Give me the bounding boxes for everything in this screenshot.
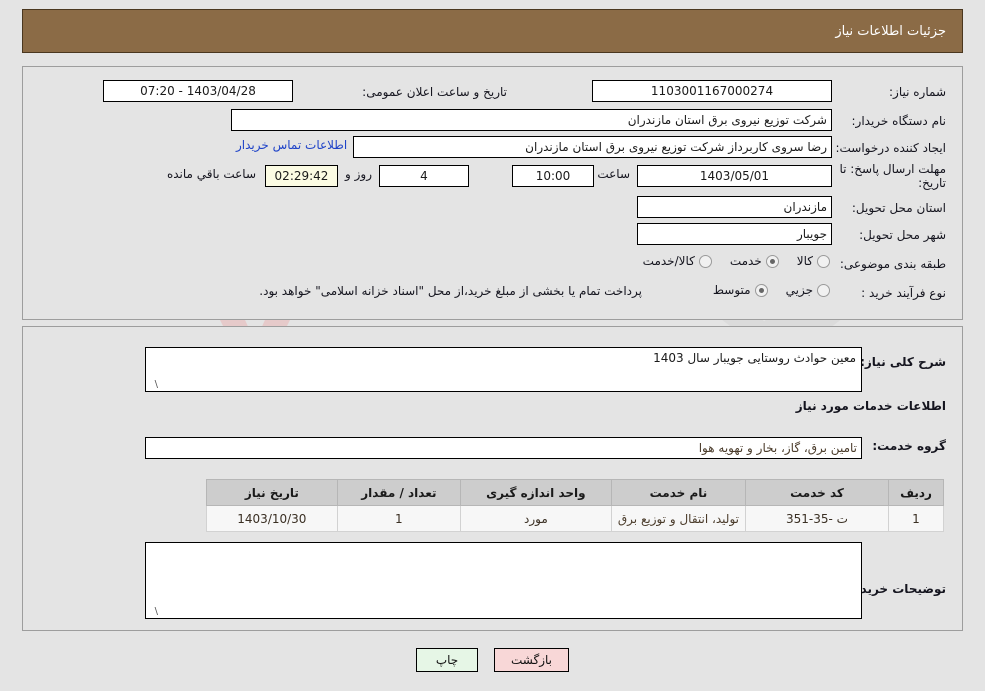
- process-radio-jozi[interactable]: [817, 283, 830, 297]
- deadline-label: مهلت ارسال پاسخ: تا تاریخ:: [839, 162, 946, 190]
- category-radio-kala-khedmat[interactable]: [698, 254, 712, 268]
- general-desc-textarea[interactable]: معین حوادث روستایی جویبار سال 1403: [145, 347, 862, 392]
- public-announce-row: تاریخ و ساعت اعلان عمومی:: [362, 81, 507, 103]
- category-radio-khedmat-label: خدمت: [729, 254, 762, 268]
- action-button-bar: بازگشت چاپ: [0, 648, 985, 672]
- deadline-hour-value: 10:00: [512, 165, 594, 187]
- process-radio-motavasset-label: متوسط: [712, 283, 751, 297]
- category-radio-kala-khedmat-label: کالا/خدمت: [642, 254, 695, 268]
- province-label: استان محل تحویل:: [851, 201, 946, 215]
- countdown-value: 02:29:42: [265, 165, 338, 187]
- city-row: شهر محل تحویل:: [859, 224, 946, 246]
- page-title: جزئیات اطلاعات نیاز: [835, 23, 946, 39]
- services-table: ردیف کد خدمت نام خدمت واحد اندازه گیری ت…: [205, 479, 944, 532]
- need-number-label: شماره نیاز:: [889, 85, 946, 99]
- process-radio-jozi-label: جزیي: [785, 283, 813, 297]
- th-unit: واحد اندازه گیری: [459, 479, 612, 506]
- process-label: نوع فرآیند خرید :: [861, 286, 946, 300]
- need-number-value: 1103001167000274: [592, 80, 832, 102]
- cell-date: 1403/10/30: [205, 505, 338, 532]
- process-row: نوع فرآیند خرید :: [861, 282, 946, 304]
- buyer-contact-link[interactable]: اطلاعات تماس خریدار: [236, 138, 347, 152]
- category-radio-khedmat[interactable]: [765, 254, 779, 268]
- public-announce-value: 1403/04/28 - 07:20: [103, 80, 293, 102]
- cell-name: تولید، انتقال و توزیع برق: [610, 505, 747, 532]
- category-row: طبقه بندی موضوعی:: [840, 253, 946, 275]
- th-name: نام خدمت: [610, 479, 747, 506]
- page-header: جزئیات اطلاعات نیاز: [22, 9, 963, 53]
- buyer-notes-textarea[interactable]: [145, 542, 862, 619]
- creator-label: ایجاد کننده درخواست:: [835, 141, 946, 155]
- resize-grip-icon-2[interactable]: [148, 607, 158, 617]
- process-radio-motavasset[interactable]: [754, 283, 768, 297]
- buyer-org-label: نام دستگاه خریدار:: [851, 114, 947, 128]
- need-number-row: شماره نیاز:: [889, 81, 946, 103]
- buyer-org-row: نام دستگاه خریدار:: [852, 110, 947, 132]
- th-code: کد خدمت: [745, 479, 889, 506]
- th-date: تاریخ نیاز: [205, 479, 338, 506]
- service-group-label: گروه خدمت:: [872, 439, 946, 453]
- deadline-hour-label: ساعت: [597, 167, 630, 181]
- category-label: طبقه بندی موضوعی:: [839, 257, 946, 271]
- creator-value: رضا سروی کاربرداز شرکت توزیع نیروی برق ا…: [353, 136, 832, 158]
- countdown-label: ساعت باقي مانده: [166, 167, 256, 181]
- city-label: شهر محل تحویل:: [859, 228, 946, 242]
- process-radio-group: جزیي متوسط: [699, 283, 830, 297]
- cell-unit: مورد: [459, 505, 612, 532]
- th-radif: ردیف: [888, 479, 944, 506]
- deadline-days-value: 4: [379, 165, 469, 187]
- category-radio-kala[interactable]: [817, 254, 830, 268]
- buyer-org-value: شرکت توزیع نیروی برق استان مازندران: [231, 109, 832, 131]
- general-desc-value: معین حوادث روستایی جویبار سال 1403: [653, 351, 856, 365]
- table-row: 1 ت -35-351 تولید، انتقال و توزیع برق مو…: [205, 505, 944, 532]
- city-value: جویبار: [637, 223, 832, 245]
- need-details-panel: شرح کلی نیاز: معین حوادث روستایی جویبار …: [22, 326, 963, 631]
- creator-row: ایجاد کننده درخواست:: [835, 137, 946, 159]
- cell-radif: 1: [888, 505, 944, 532]
- province-row: استان محل تحویل:: [852, 197, 946, 219]
- table-header-row: ردیف کد خدمت نام خدمت واحد اندازه گیری ت…: [205, 479, 944, 506]
- deadline-row: مهلت ارسال پاسخ: تا تاریخ:: [836, 162, 946, 194]
- province-value: مازندران: [637, 196, 832, 218]
- service-group-value: تامین برق، گاز، بخار و تهویه هوا: [145, 437, 862, 459]
- category-radio-kala-label: کالا: [796, 254, 813, 268]
- need-summary-panel: شماره نیاز: 1103001167000274 تاریخ و ساع…: [22, 66, 963, 320]
- deadline-days-label: روز و: [345, 167, 372, 181]
- services-section-title: اطلاعات خدمات مورد نیاز: [795, 399, 946, 413]
- general-desc-label: شرح کلی نیاز:: [860, 355, 946, 369]
- back-button[interactable]: بازگشت: [494, 648, 569, 672]
- deadline-date-value: 1403/05/01: [637, 165, 832, 187]
- cell-qty: 1: [336, 505, 461, 532]
- resize-grip-icon[interactable]: [148, 380, 158, 390]
- category-radio-group: کالا خدمت کالا/خدمت: [629, 254, 830, 268]
- th-qty: تعداد / مقدار: [336, 479, 461, 506]
- cell-code: ت -35-351: [745, 505, 889, 532]
- print-button[interactable]: چاپ: [416, 648, 478, 672]
- public-announce-label: تاریخ و ساعت اعلان عمومی:: [362, 85, 507, 99]
- payment-note: پرداخت تمام یا بخشی از مبلغ خرید،از محل …: [259, 284, 642, 298]
